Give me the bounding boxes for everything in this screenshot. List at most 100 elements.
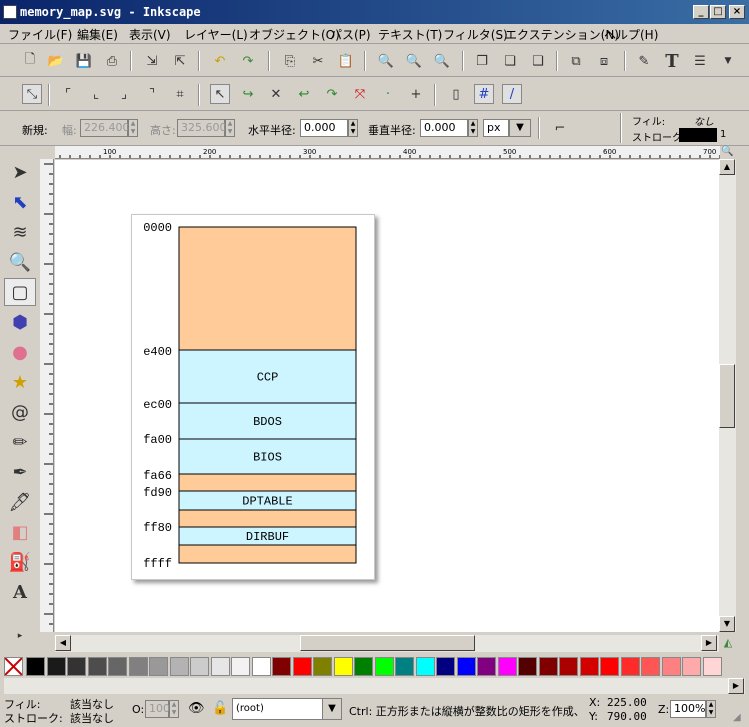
ellipse-tool-icon[interactable]: ● bbox=[4, 338, 36, 366]
paste-icon[interactable]: 📋 bbox=[336, 51, 356, 71]
palette-swatch[interactable] bbox=[579, 657, 599, 676]
palette-scrollbar[interactable]: ▶ bbox=[4, 678, 745, 694]
layer-dropdown-icon[interactable]: ▼ bbox=[322, 698, 342, 720]
snap-cusp-icon[interactable]: ↩ bbox=[294, 84, 314, 104]
snap-bbox-edge-icon[interactable]: ⌞ bbox=[86, 84, 106, 104]
unit-select[interactable]: px bbox=[483, 119, 509, 137]
clone-icon[interactable]: ❏ bbox=[500, 51, 520, 71]
node-tool-icon[interactable]: ⬉ bbox=[4, 188, 36, 216]
close-button[interactable]: × bbox=[729, 5, 745, 19]
3d-box-tool-icon[interactable]: ⬢ bbox=[4, 308, 36, 336]
text-tool-icon[interactable]: A bbox=[4, 578, 36, 606]
palette-swatch[interactable] bbox=[559, 657, 578, 676]
snap-toggle-icon[interactable]: ⤡ bbox=[22, 84, 42, 104]
canvas[interactable]: CCP BDOS BIOS DPTABLE DIRBUF 0000 e400 ec00 fa0… bbox=[55, 160, 719, 632]
snap-bbox-icon[interactable]: ⌜ bbox=[58, 84, 78, 104]
palette-swatch[interactable] bbox=[231, 657, 250, 676]
snap-midpoints-icon[interactable]: ⤧ bbox=[350, 84, 370, 104]
menu-path[interactable]: パス(P) bbox=[330, 26, 371, 43]
bucket-tool-icon[interactable]: ⛽ bbox=[4, 548, 36, 576]
layers-icon[interactable]: ☰ bbox=[690, 51, 710, 71]
cms-toggle-icon[interactable]: ◭ bbox=[720, 636, 736, 652]
zoom-drawing-icon[interactable]: 🔍 bbox=[404, 51, 424, 71]
memory-map-drawing[interactable]: CCP BDOS BIOS DPTABLE DIRBUF 0000 e400 ec00 fa0… bbox=[55, 160, 719, 632]
zoom-spinner[interactable]: ▲ ▼ bbox=[706, 700, 716, 718]
unit-dropdown-icon[interactable]: ▼ bbox=[509, 119, 531, 137]
ungroup-icon[interactable]: ⧈ bbox=[594, 51, 614, 71]
palette-swatch[interactable] bbox=[251, 657, 271, 676]
palette-swatch[interactable] bbox=[169, 657, 189, 676]
menu-extensions[interactable]: エクステンション(N) bbox=[505, 26, 619, 43]
palette-swatch[interactable] bbox=[620, 657, 640, 676]
snap-paths-icon[interactable]: ↪ bbox=[238, 84, 258, 104]
memory-block[interactable] bbox=[178, 226, 357, 351]
palette-swatch[interactable] bbox=[497, 657, 517, 676]
no-paint-swatch[interactable] bbox=[4, 657, 23, 676]
cut-icon[interactable]: ✂ bbox=[308, 51, 328, 71]
palette-swatch[interactable] bbox=[333, 657, 353, 676]
rx-field[interactable]: 0.000 bbox=[300, 119, 348, 137]
star-tool-icon[interactable]: ★ bbox=[4, 368, 36, 396]
menu-edit[interactable]: 編集(E) bbox=[77, 26, 118, 43]
rectangle-tool-icon[interactable]: ▢ bbox=[4, 278, 36, 306]
lock-icon[interactable]: 🔓 bbox=[212, 701, 228, 716]
snap-bbox-midpoint-icon[interactable]: ⌝ bbox=[142, 84, 162, 104]
menu-layer[interactable]: レイヤー(L) bbox=[184, 26, 248, 43]
fill-stroke-icon[interactable]: ✎ bbox=[634, 51, 654, 71]
zoom-field[interactable]: 100% bbox=[670, 700, 706, 718]
rx-spinner[interactable]: ▲ ▼ bbox=[348, 119, 358, 137]
scroll-down-button[interactable]: ▼ bbox=[719, 616, 735, 632]
opacity-field[interactable]: 100 bbox=[145, 700, 170, 718]
palette-swatch[interactable] bbox=[415, 657, 435, 676]
palette-swatch[interactable] bbox=[538, 657, 558, 676]
tweak-tool-icon[interactable]: ≋ bbox=[4, 218, 36, 246]
snap-page-icon[interactable]: ▯ bbox=[446, 84, 466, 104]
snap-guides-icon[interactable]: / bbox=[502, 84, 522, 104]
palette-swatch[interactable] bbox=[456, 657, 476, 676]
menu-object[interactable]: オブジェクト(O) bbox=[249, 26, 340, 43]
horizontal-scroll-thumb[interactable] bbox=[300, 635, 475, 651]
group-icon[interactable]: ⧉ bbox=[566, 51, 586, 71]
not-rounded-icon[interactable]: ⌐ bbox=[550, 118, 570, 138]
height-spinner[interactable]: ▲ ▼ bbox=[225, 119, 235, 137]
palette-swatch[interactable] bbox=[436, 657, 455, 676]
palette-swatch[interactable] bbox=[26, 657, 45, 676]
opacity-spinner[interactable]: ▲ ▼ bbox=[169, 700, 179, 718]
snap-intersections-icon[interactable]: ✕ bbox=[266, 84, 286, 104]
palette-swatch[interactable] bbox=[149, 657, 168, 676]
more-icon[interactable]: ▼ bbox=[718, 51, 738, 71]
palette-swatch[interactable] bbox=[210, 657, 230, 676]
snap-rotation-center-icon[interactable]: + bbox=[406, 84, 426, 104]
memory-block[interactable] bbox=[178, 509, 357, 528]
snap-bbox-corner-icon[interactable]: ⌟ bbox=[114, 84, 134, 104]
menu-file[interactable]: ファイル(F) bbox=[8, 26, 72, 43]
ry-spinner[interactable]: ▲ ▼ bbox=[468, 119, 478, 137]
palette-scroll-right[interactable]: ▶ bbox=[728, 678, 744, 694]
open-icon[interactable]: 📂 bbox=[46, 51, 66, 71]
save-icon[interactable]: 💾 bbox=[74, 51, 94, 71]
snap-nodes-icon[interactable]: ↖ bbox=[210, 84, 230, 104]
zoom-page-icon[interactable]: 🔍 bbox=[432, 51, 452, 71]
print-icon[interactable]: ⎙ bbox=[102, 51, 122, 71]
new-document-icon[interactable]: 🗋 bbox=[20, 51, 40, 71]
palette-swatch[interactable] bbox=[354, 657, 373, 676]
snap-centers-icon[interactable]: · bbox=[378, 84, 398, 104]
height-field[interactable]: 325.600 bbox=[177, 119, 227, 137]
horizontal-scrollbar[interactable]: ◀ ▶ bbox=[55, 635, 719, 652]
memory-block[interactable] bbox=[178, 473, 357, 492]
palette-swatch[interactable] bbox=[395, 657, 414, 676]
palette-swatch[interactable] bbox=[108, 657, 127, 676]
copy-icon[interactable]: ⎘ bbox=[280, 51, 300, 71]
menu-text[interactable]: テキスト(T) bbox=[378, 26, 442, 43]
width-field[interactable]: 226.400 bbox=[80, 119, 130, 137]
palette-swatch[interactable] bbox=[661, 657, 681, 676]
stroke-swatch[interactable] bbox=[679, 128, 717, 142]
maximize-button[interactable]: □ bbox=[710, 5, 726, 19]
width-spinner[interactable]: ▲ ▼ bbox=[128, 119, 138, 137]
palette-swatch[interactable] bbox=[641, 657, 660, 676]
snap-grid-icon[interactable]: # bbox=[474, 84, 494, 104]
calligraphy-tool-icon[interactable]: 🖋 bbox=[4, 488, 36, 516]
vertical-scroll-thumb[interactable] bbox=[719, 364, 735, 428]
visibility-eye-icon[interactable]: 👁 bbox=[188, 701, 205, 716]
ry-field[interactable]: 0.000 bbox=[420, 119, 468, 137]
